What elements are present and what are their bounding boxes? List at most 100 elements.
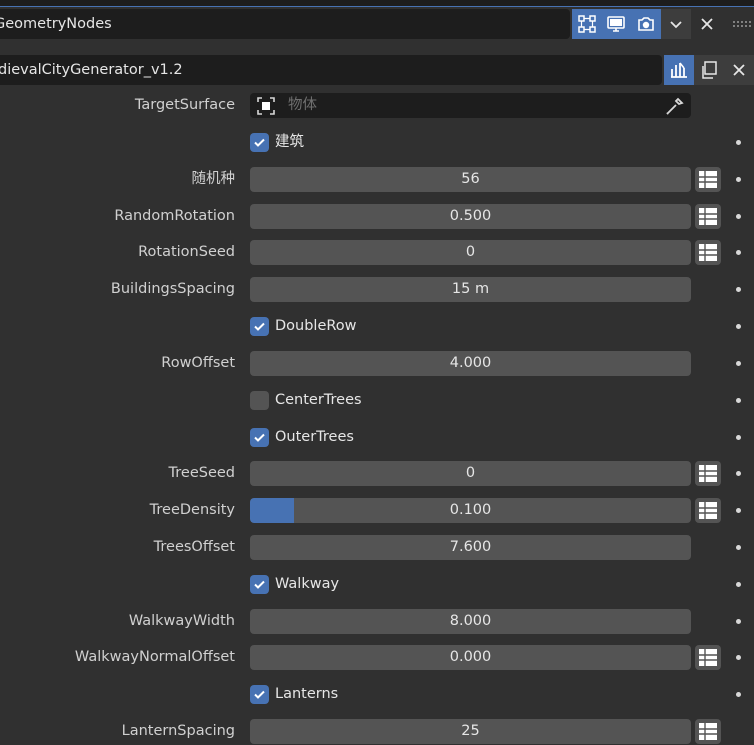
attribute-toggle-button[interactable]	[695, 204, 721, 229]
input-row-building: 建筑	[0, 129, 754, 156]
number-field[interactable]: 15 m	[250, 277, 691, 302]
keyframe-dot-icon[interactable]	[736, 177, 741, 182]
input-label: 随机种	[191, 171, 236, 187]
node-group-name-field[interactable]: dievalCityGenerator_v1.2	[0, 55, 662, 85]
keyframe-dot-icon[interactable]	[736, 398, 741, 403]
keyframe-dot-icon[interactable]	[736, 471, 741, 476]
input-row-rotationseed: RotationSeed 0	[0, 239, 754, 266]
checkbox[interactable]	[250, 685, 269, 704]
checkbox-label: OuterTrees	[275, 429, 354, 445]
viewport-toggle[interactable]	[601, 9, 631, 39]
checkbox[interactable]	[250, 428, 269, 447]
number-field[interactable]: 4.000	[250, 351, 691, 376]
slider-field[interactable]: 0.100	[250, 498, 691, 523]
drag-handle-icon	[733, 21, 751, 27]
number-field[interactable]: 8.000	[250, 609, 691, 634]
input-row-buildingsspacing: BuildingsSpacing 15 m	[0, 276, 754, 303]
input-row-randomrotation: RandomRotation 0.500	[0, 203, 754, 230]
input-label: TreeDensity	[149, 502, 235, 518]
object-icon	[257, 97, 275, 115]
attribute-toggle-button[interactable]	[695, 240, 721, 265]
spreadsheet-icon	[699, 208, 717, 225]
input-label: RowOffset	[161, 355, 235, 371]
checkbox-label: 建筑	[275, 134, 304, 150]
slider-fill	[250, 498, 295, 523]
checkbox-label: Lanterns	[275, 686, 339, 702]
field-value: 0	[465, 244, 476, 260]
number-field[interactable]: 0.500	[250, 204, 691, 229]
keyframe-dot-icon[interactable]	[736, 619, 741, 624]
camera-icon	[638, 17, 654, 31]
attribute-toggle-button[interactable]	[695, 645, 721, 670]
render-toggle[interactable]	[631, 9, 661, 39]
keyframe-dot-icon[interactable]	[736, 324, 741, 329]
checkbox-label: CenterTrees	[275, 392, 362, 408]
checkbox-label: DoubleRow	[275, 318, 357, 334]
number-field[interactable]: 0	[250, 461, 691, 486]
edit-mode-toggle[interactable]	[572, 9, 602, 39]
close-icon	[701, 18, 713, 30]
keyframe-dot-icon[interactable]	[736, 214, 741, 219]
checkbox[interactable]	[250, 391, 269, 410]
number-field[interactable]: 25	[250, 719, 691, 744]
input-row-lanterns: Lanterns	[0, 681, 754, 708]
checkbox[interactable]	[250, 575, 269, 594]
number-field[interactable]: 0	[250, 240, 691, 265]
keyframe-dot-icon[interactable]	[736, 361, 741, 366]
eyedropper-icon[interactable]	[665, 96, 685, 116]
input-row-outertrees: OuterTrees	[0, 424, 754, 451]
attribute-toggle-button[interactable]	[695, 167, 721, 192]
checkmark-icon	[254, 138, 265, 147]
keyframe-dot-icon[interactable]	[736, 287, 741, 292]
chevron-down-icon	[670, 21, 682, 29]
remove-modifier-button[interactable]	[692, 9, 722, 39]
keyframe-dot-icon[interactable]	[736, 545, 741, 550]
keyframe-dot-icon[interactable]	[736, 692, 741, 697]
input-row-treedensity: TreeDensity 0.100	[0, 497, 754, 524]
checkbox-label: Walkway	[275, 576, 340, 592]
keyframe-dot-icon[interactable]	[736, 435, 741, 440]
keyframe-dot-icon[interactable]	[736, 250, 741, 255]
duplicate-node-group-button[interactable]	[694, 55, 724, 85]
input-row-centertrees: CenterTrees	[0, 387, 754, 414]
keyframe-dot-icon[interactable]	[736, 582, 741, 587]
edit-mode-icon	[578, 15, 596, 33]
input-label: BuildingsSpacing	[110, 281, 235, 297]
spreadsheet-icon	[699, 465, 717, 482]
keyframe-dot-icon[interactable]	[736, 655, 741, 660]
checkmark-icon	[254, 433, 265, 442]
number-field[interactable]: 7.600	[250, 535, 691, 560]
field-value: 7.600	[449, 539, 492, 555]
object-picker-field[interactable]: 物体	[250, 93, 691, 118]
modifier-name-field[interactable]: GeometryNodes	[0, 9, 570, 39]
unlink-node-group-button[interactable]	[724, 55, 754, 85]
attribute-toggle-button[interactable]	[695, 719, 721, 744]
input-label: TreesOffset	[153, 539, 235, 555]
field-value: 4.000	[449, 355, 492, 371]
input-row-walkway: Walkway	[0, 571, 754, 598]
spreadsheet-icon	[699, 502, 717, 519]
input-label: WalkwayWidth	[128, 613, 235, 629]
keyframe-dot-icon[interactable]	[736, 508, 741, 513]
keyframe-dot-icon[interactable]	[736, 140, 741, 145]
field-value: 8.000	[449, 613, 492, 629]
node-tree-browse-button[interactable]	[664, 55, 694, 85]
input-row-targetsurface: TargetSurface 物体	[0, 92, 754, 119]
close-icon	[733, 64, 745, 76]
spreadsheet-icon	[699, 723, 717, 740]
checkbox[interactable]	[250, 133, 269, 152]
field-value: 25	[461, 723, 480, 739]
field-value: 56	[461, 171, 480, 187]
drag-handle[interactable]	[730, 9, 754, 39]
modifier-name: GeometryNodes	[0, 16, 112, 32]
checkmark-icon	[254, 580, 265, 589]
attribute-toggle-button[interactable]	[695, 461, 721, 486]
input-row-treeseed: TreeSeed 0	[0, 460, 754, 487]
input-row-doublerow: DoubleRow	[0, 313, 754, 340]
number-field[interactable]: 0.000	[250, 645, 691, 670]
input-row-random-seed: 随机种 56	[0, 166, 754, 193]
number-field[interactable]: 56	[250, 167, 691, 192]
modifier-extra-dropdown[interactable]	[661, 9, 691, 39]
attribute-toggle-button[interactable]	[695, 498, 721, 523]
checkbox[interactable]	[250, 317, 269, 336]
